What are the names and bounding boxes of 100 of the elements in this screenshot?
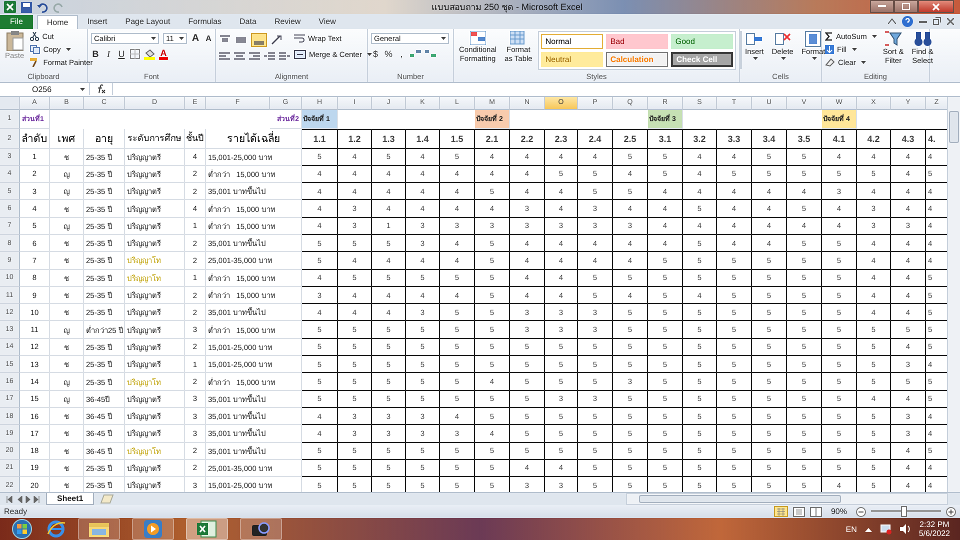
font-color-button[interactable]: A	[159, 48, 168, 60]
page-break-view-icon[interactable]	[810, 506, 822, 517]
maximize-button[interactable]	[894, 0, 918, 13]
currency-button[interactable]: $	[371, 48, 380, 59]
gallery-scrollbar[interactable]	[740, 30, 742, 69]
align-middle-icon[interactable]	[235, 34, 247, 45]
save-icon[interactable]	[21, 2, 32, 12]
help-icon[interactable]	[902, 16, 913, 27]
file-tab[interactable]: File	[0, 14, 33, 29]
restore-window-icon[interactable]	[933, 17, 941, 26]
table-cell: 4.1	[822, 128, 857, 148]
cell-style-option[interactable]: Neutral	[541, 52, 604, 67]
page-layout-view-icon[interactable]	[792, 506, 805, 517]
camera-taskbar-button[interactable]	[240, 518, 282, 540]
table-cell: ลำดับ	[20, 128, 50, 148]
increase-decimal-icon[interactable]	[410, 49, 421, 58]
merge-cells-icon	[294, 50, 306, 59]
table-cell: 3.4	[752, 128, 787, 148]
table-cell: ระดับการศึกษ	[125, 128, 185, 148]
table-cell: 3.3	[717, 128, 752, 148]
status-text: Ready	[4, 507, 28, 516]
sigma-icon	[825, 32, 833, 41]
align-bottom-icon[interactable]	[251, 32, 267, 47]
tray-expand-icon[interactable]	[864, 526, 872, 532]
minimize-button[interactable]	[870, 0, 894, 13]
close-button[interactable]	[918, 0, 954, 13]
horizontal-scrollbar[interactable]	[626, 493, 948, 506]
close-window-icon[interactable]	[947, 18, 954, 25]
function-icon[interactable]	[96, 84, 106, 94]
ribbon-tab[interactable]: Data	[230, 14, 266, 29]
start-orb-icon[interactable]	[10, 519, 34, 539]
fill-bucket-icon[interactable]	[144, 48, 155, 60]
ribbon-tab[interactable]: Insert	[78, 14, 116, 29]
align-left-icon[interactable]	[219, 52, 230, 61]
decrease-decimal-icon[interactable]	[425, 49, 436, 58]
cell-style-option[interactable]: Bad	[606, 34, 668, 49]
eraser-icon	[825, 58, 835, 67]
zoom-out-icon[interactable]	[856, 506, 866, 517]
binoculars-icon	[914, 30, 932, 47]
camera-icon	[251, 521, 271, 537]
caret-icon	[872, 34, 877, 38]
caret-icon	[852, 48, 857, 51]
clock-date[interactable]: 5/6/2022	[918, 529, 950, 538]
language-indicator[interactable]: EN	[846, 524, 857, 534]
italic-button[interactable]: I	[104, 49, 113, 60]
ribbon-tab[interactable]: Review	[265, 14, 310, 29]
ribbon-tab[interactable]: Page Layout	[116, 14, 180, 29]
zoom-in-icon[interactable]	[946, 506, 956, 517]
table-cell: เพศ	[50, 128, 84, 148]
comma-button[interactable]: ,	[397, 48, 406, 59]
browser-icon[interactable]	[46, 520, 66, 538]
table-cell: 4.2	[857, 128, 891, 148]
sheet-navigation-icon[interactable]	[6, 496, 40, 503]
spreadsheet-logo-icon[interactable]	[4, 1, 16, 13]
name-box[interactable]: O256	[0, 83, 90, 96]
caret-icon	[812, 56, 817, 60]
orientation-icon[interactable]	[271, 34, 283, 45]
network-icon[interactable]	[880, 524, 892, 534]
maximize-icon	[902, 3, 910, 10]
zoom-level[interactable]: 90%	[830, 507, 847, 516]
table-cell: 3.2	[683, 128, 717, 148]
fill-down-icon	[825, 44, 834, 54]
table-cell: 2.1	[475, 128, 510, 148]
scissors-icon	[30, 32, 40, 41]
table-cell: อายุ	[84, 128, 125, 148]
cell-style-option[interactable]: Good	[671, 34, 734, 49]
underline-button[interactable]: U	[117, 49, 126, 60]
align-center-icon[interactable]	[234, 52, 245, 61]
caret-icon	[80, 88, 85, 91]
clock-time[interactable]: 2:32 PM	[920, 520, 950, 529]
zoom-slider-thumb[interactable]	[900, 506, 906, 518]
collapse-ribbon-icon[interactable]	[888, 18, 896, 24]
normal-view-icon[interactable]	[774, 506, 788, 518]
spreadsheet-taskbar-button[interactable]	[186, 518, 228, 540]
borders-icon[interactable]	[130, 49, 140, 60]
sheet-tab[interactable]: Sheet1	[46, 493, 94, 506]
table-cell: 1.3	[372, 128, 406, 148]
table-cell: รายได้เฉลี่ย	[206, 128, 302, 148]
caret-icon	[441, 36, 446, 40]
speaker-icon[interactable]	[900, 524, 911, 534]
increase-indent-icon[interactable]	[279, 52, 290, 61]
folder-taskbar-button[interactable]	[78, 518, 120, 540]
shrink-font-button[interactable]: A	[204, 34, 213, 43]
table-cell: 1.1	[302, 128, 338, 148]
decrease-indent-icon[interactable]	[264, 52, 275, 61]
ribbon-tab[interactable]: Formulas	[179, 14, 231, 29]
copy-icon	[30, 44, 40, 54]
undo-icon[interactable]	[37, 2, 48, 12]
ribbon-tab[interactable]: View	[310, 14, 345, 29]
align-right-icon[interactable]	[249, 52, 260, 61]
minimize-window-icon[interactable]	[919, 18, 927, 24]
cell-style-option[interactable]: Normal	[541, 34, 604, 49]
table-cell: 2.2	[510, 128, 545, 148]
grow-font-button[interactable]: A	[191, 32, 200, 44]
delete-cells-icon	[774, 30, 791, 47]
table-cell: 2.4	[578, 128, 613, 148]
ribbon-tab[interactable]: Home	[36, 14, 78, 29]
vertical-scrollbar[interactable]	[947, 96, 960, 492]
bold-button[interactable]: B	[91, 49, 100, 60]
percent-button[interactable]: %	[384, 48, 393, 59]
